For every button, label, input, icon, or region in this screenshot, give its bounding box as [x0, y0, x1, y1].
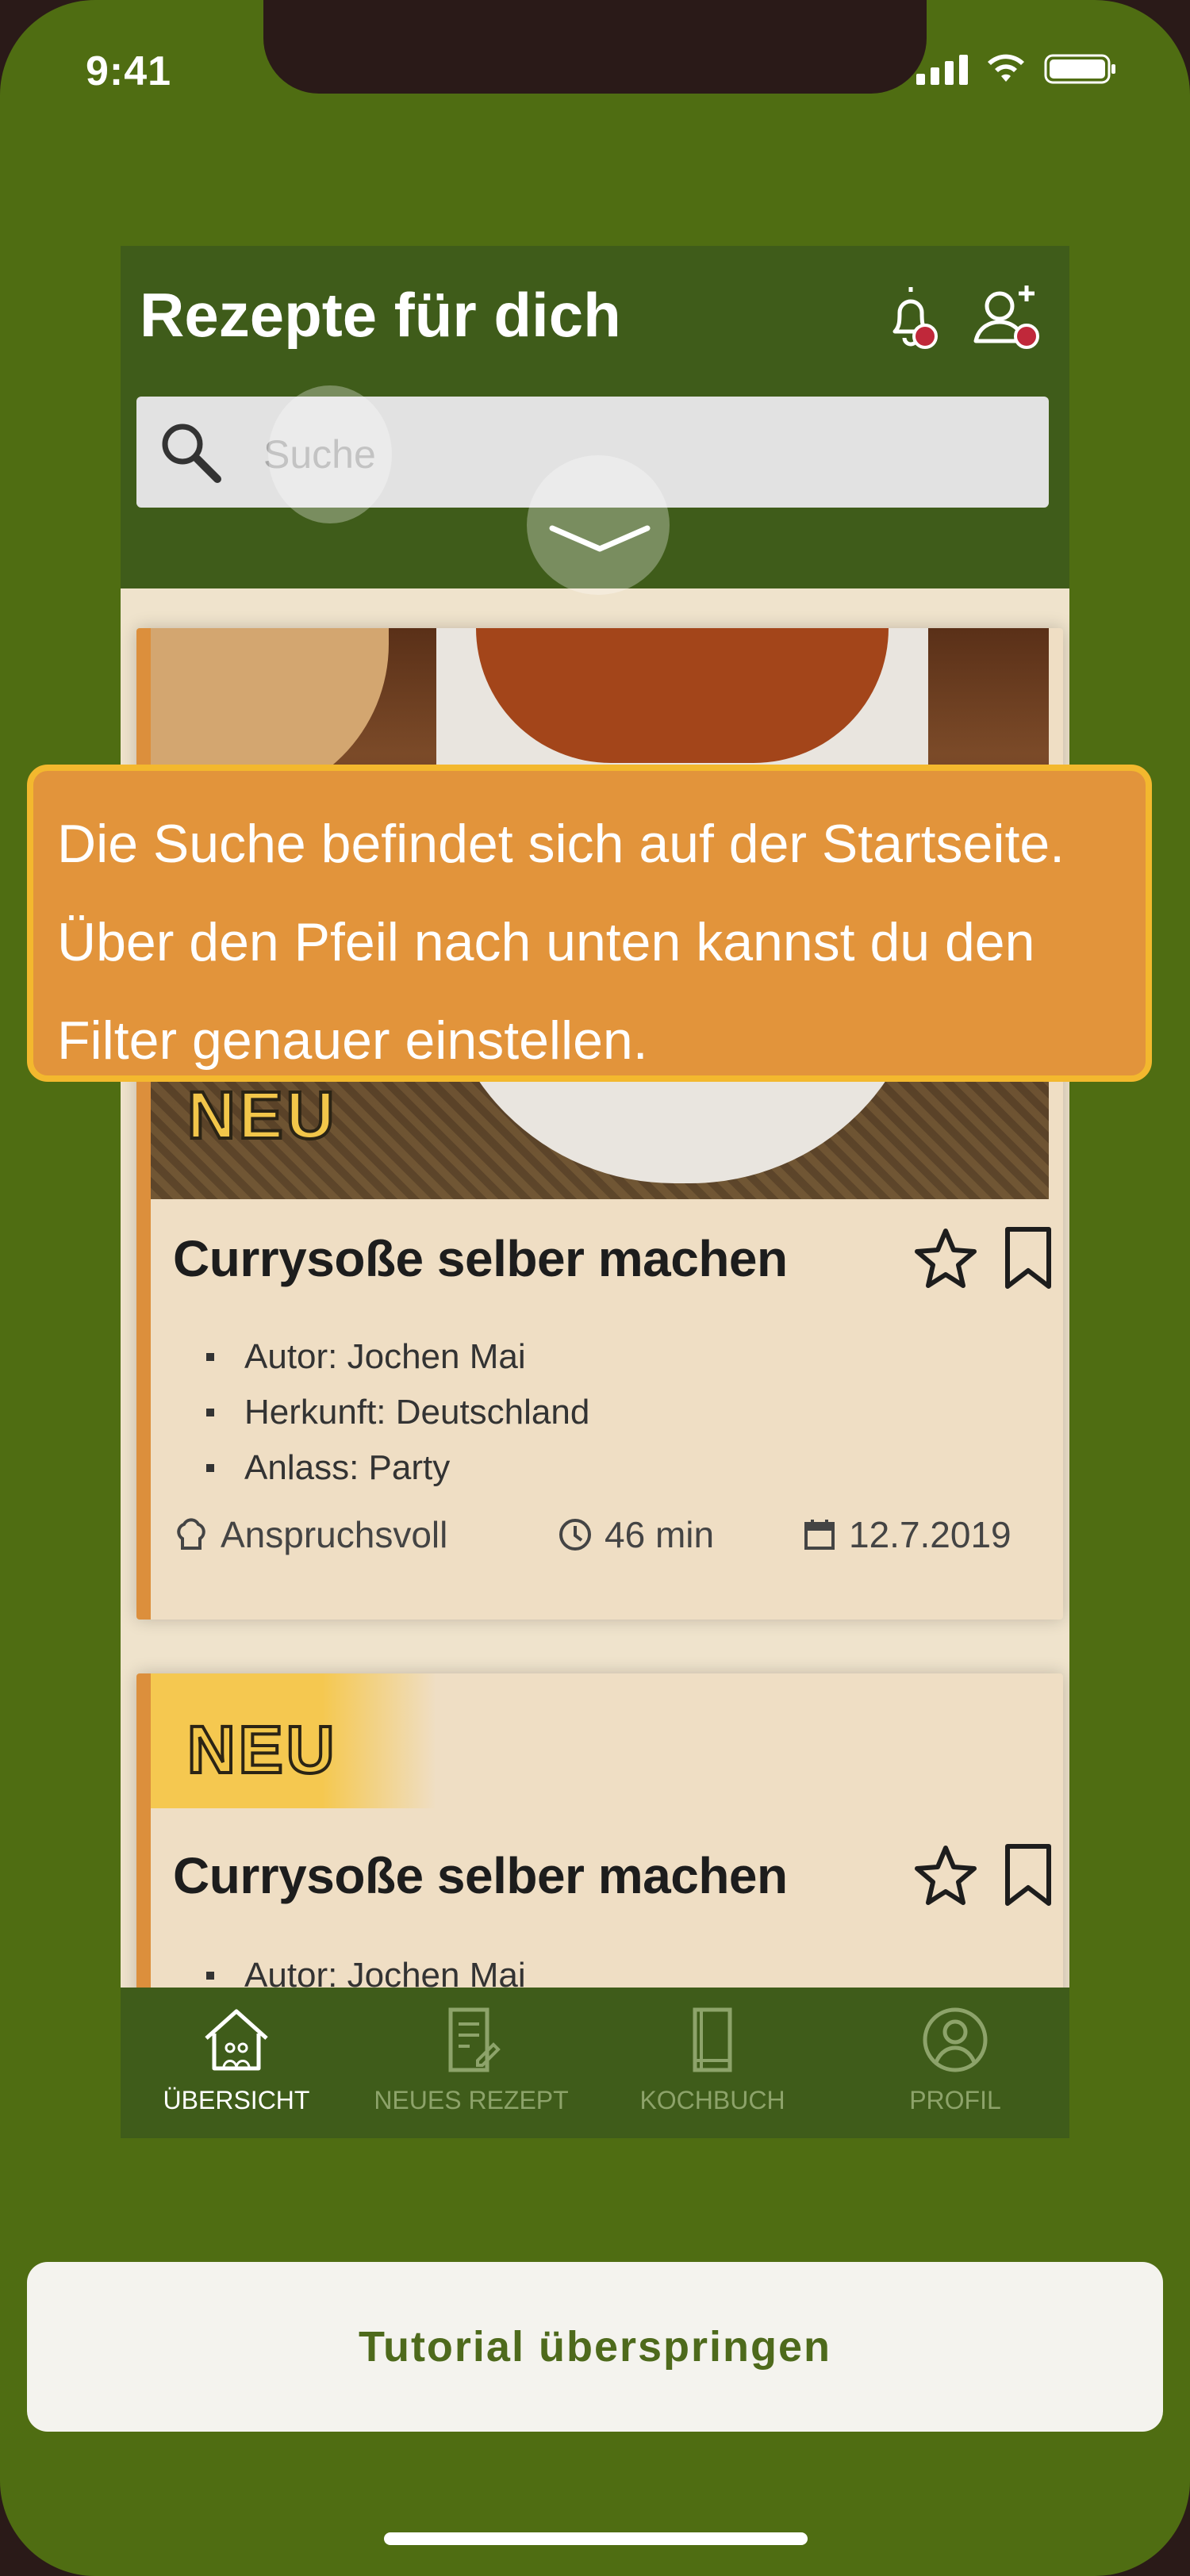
difficulty-label: Anspruchsvoll	[221, 1514, 448, 1555]
list-item: Autor: Jochen Mai	[206, 1329, 589, 1385]
bookmark-icon[interactable]	[995, 1842, 1061, 1908]
nav-label: PROFIL	[909, 2086, 1001, 2114]
phone-screen: 9:41 Rezepte für dich Suche NEU Currysoß…	[0, 0, 1190, 2576]
clock-icon	[559, 1519, 591, 1551]
skip-tutorial-button[interactable]: Tutorial überspringen	[27, 2262, 1163, 2432]
status-time: 9:41	[86, 48, 172, 94]
nav-label: ÜBERSICHT	[163, 2086, 310, 2114]
nav-item-overview[interactable]: ÜBERSICHT	[121, 2002, 355, 2115]
duration-label: 46 min	[605, 1514, 715, 1555]
tooltip-text: Die Suche befindet sich auf der Startsei…	[57, 814, 1065, 1071]
list-item: Herkunft: Deutschland	[206, 1385, 589, 1440]
new-badge: NEU	[186, 1711, 338, 1788]
bell-icon[interactable]	[873, 279, 949, 355]
star-icon[interactable]	[912, 1225, 979, 1291]
date-meta: 12.7.2019	[801, 1513, 1012, 1556]
duration-meta: 46 min	[557, 1513, 714, 1556]
chef-hat-icon	[177, 1518, 205, 1550]
recipe-title: Currysoße selber machen	[173, 1847, 788, 1904]
cellular-signal-icon	[916, 53, 968, 85]
page-title: Rezepte für dich	[140, 280, 621, 350]
app-preview: Rezepte für dich Suche NEU Currysoße sel…	[121, 246, 1069, 2138]
recipe-title: Currysoße selber machen	[173, 1230, 788, 1287]
nav-label: NEUES REZEPT	[374, 2086, 569, 2114]
home-icon	[205, 2009, 268, 2071]
nav-label: KOCHBUCH	[639, 2086, 785, 2114]
star-icon[interactable]	[912, 1842, 979, 1908]
bottom-navigation: ÜBERSICHT NEUES REZEPT KOCHBUCH PROFIL	[121, 1988, 1069, 2138]
calendar-icon	[804, 1520, 835, 1550]
new-recipe-icon	[448, 2007, 501, 2072]
nav-item-new-recipe[interactable]: NEUES REZEPT	[352, 2002, 590, 2115]
list-item: Anlass: Party	[206, 1440, 589, 1496]
nav-item-profile[interactable]: PROFIL	[836, 2002, 1069, 2115]
profile-icon	[923, 2007, 988, 2072]
bookmark-icon[interactable]	[995, 1225, 1061, 1291]
battery-icon	[1044, 54, 1115, 84]
wifi-icon	[988, 54, 1024, 82]
recipe-details: Autor: Jochen Mai Herkunft: Deutschland …	[206, 1329, 589, 1496]
app-header: Rezepte für dich Suche	[121, 246, 1069, 595]
device-notch	[263, 0, 927, 94]
cookbook-icon	[693, 2007, 732, 2072]
add-user-icon[interactable]	[969, 279, 1046, 355]
date-label: 12.7.2019	[849, 1514, 1012, 1555]
status-icons	[916, 52, 1117, 86]
difficulty-meta: Anspruchsvoll	[173, 1513, 447, 1556]
search-icon	[162, 424, 221, 483]
nav-item-cookbook[interactable]: KOCHBUCH	[593, 2002, 831, 2115]
tutorial-tooltip: Die Suche befindet sich auf der Startsei…	[27, 765, 1152, 1082]
search-highlight	[268, 385, 392, 523]
home-indicator[interactable]	[384, 2532, 808, 2545]
chevron-down-icon[interactable]	[536, 519, 663, 566]
